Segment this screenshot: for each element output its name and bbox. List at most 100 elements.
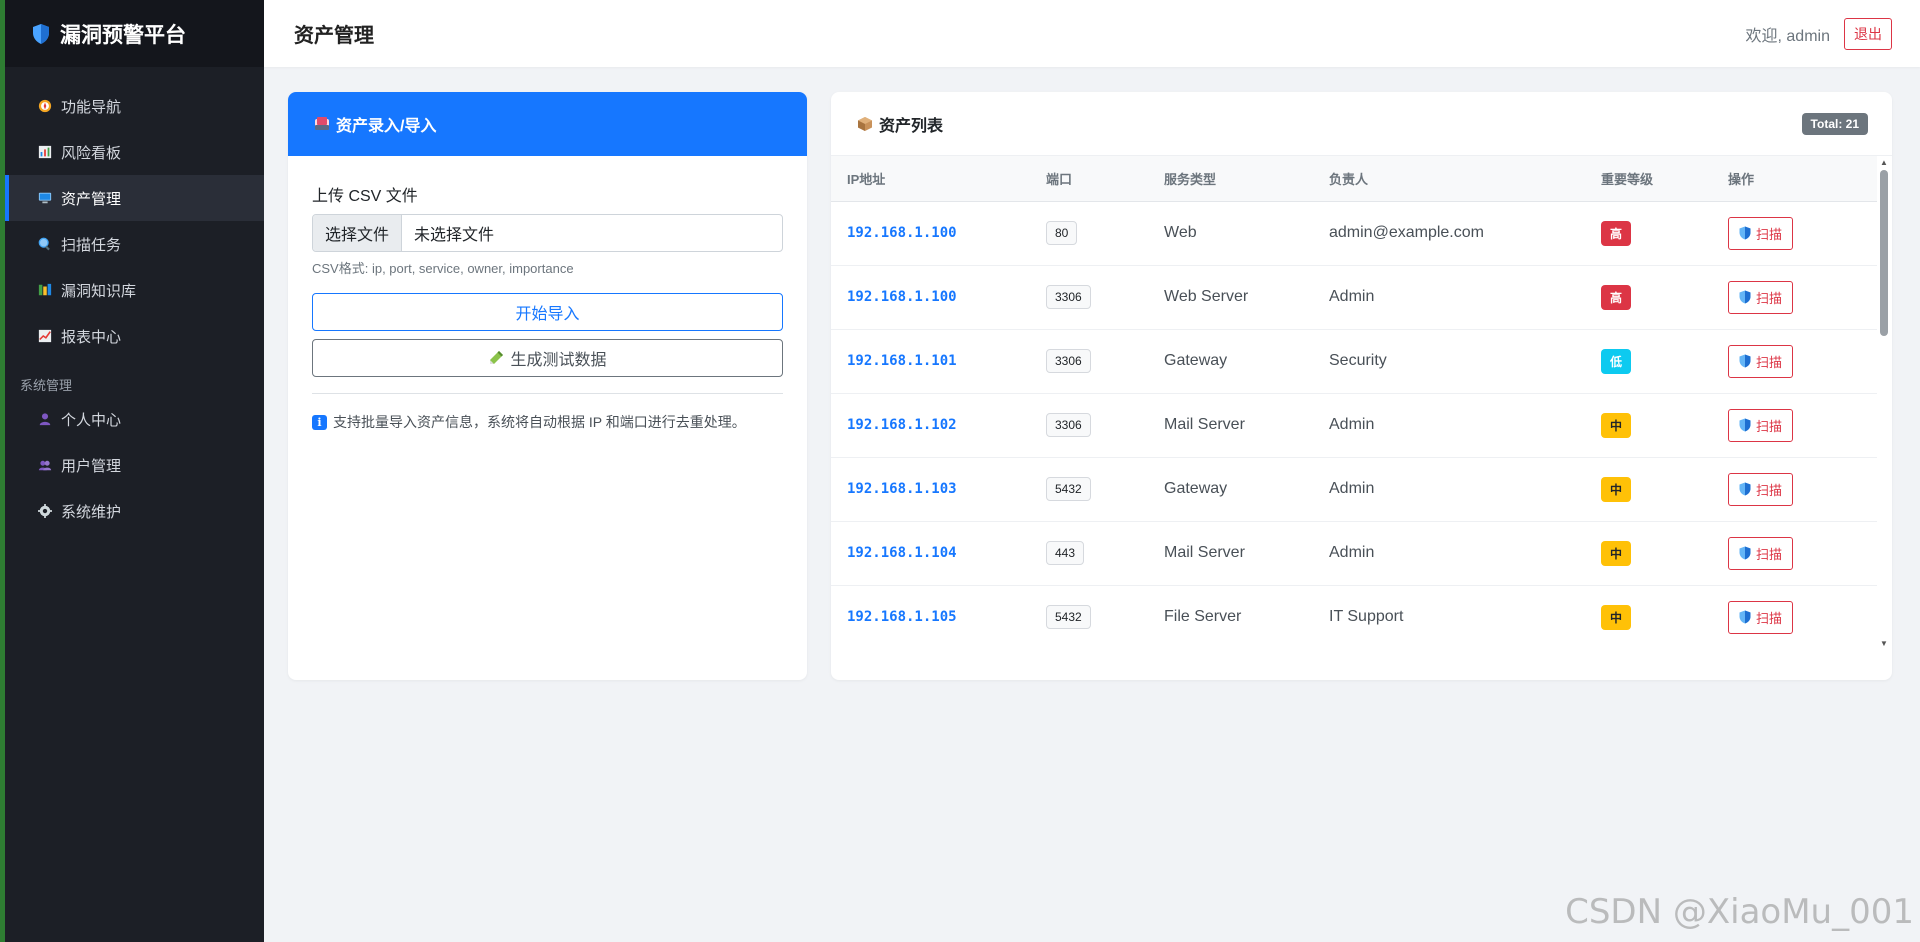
sidebar-item-2[interactable]: 资产管理 (5, 175, 264, 221)
shield-icon (1739, 482, 1751, 496)
users-icon (37, 457, 53, 473)
scan-button[interactable]: 扫描 (1728, 280, 1794, 314)
scroll-up-arrow-icon[interactable]: ▲ (1878, 156, 1890, 168)
ip-address[interactable]: 192.168.1.105 (847, 609, 957, 625)
scan-button[interactable]: 扫描 (1728, 536, 1794, 570)
import-info-text: 支持批量导入资产信息，系统将自动根据 IP 和端口进行去重处理。 (333, 414, 746, 430)
importance-badge: 中 (1601, 476, 1631, 502)
scan-button[interactable]: 扫描 (1728, 600, 1794, 634)
table-row: 192.168.1.104 443 Mail Server Admin 中 扫描 (831, 521, 1877, 586)
ip-address[interactable]: 192.168.1.101 (847, 353, 957, 369)
table-row: 192.168.1.102 3306 Mail Server Admin 中 扫描 (831, 393, 1877, 458)
csv-format-help: CSV格式: ip, port, service, owner, importa… (312, 261, 574, 276)
shield-icon (1739, 418, 1751, 432)
divider (312, 393, 783, 394)
port-badge: 5432 (1046, 477, 1091, 501)
sidebar-system-nav: 个人中心用户管理系统维护 (5, 396, 264, 534)
importance-badge: 中 (1601, 604, 1631, 630)
import-info-note: i 支持批量导入资产信息，系统将自动根据 IP 和端口进行去重处理。 (312, 412, 783, 432)
topbar: 资产管理 欢迎, admin 退出 (264, 0, 1920, 67)
test-tube-icon (490, 351, 504, 364)
level-cell: 中 (1601, 521, 1728, 586)
import-card-title: 资产录入/导入 (336, 118, 437, 135)
scan-button-label: 扫描 (1756, 546, 1783, 562)
scan-button-label: 扫描 (1756, 354, 1783, 370)
welcome-text: 欢迎, admin (1745, 27, 1830, 45)
monitor-icon (37, 190, 53, 206)
sidebar-item-label: 扫描任务 (61, 236, 122, 254)
shield-icon (1739, 546, 1751, 560)
column-header: 操作 (1728, 156, 1877, 202)
port-cell: 3306 (1046, 265, 1164, 330)
owner-cell: IT Support (1329, 585, 1601, 649)
port-cell: 80 (1046, 201, 1164, 266)
ip-address[interactable]: 192.168.1.102 (847, 417, 957, 433)
scroll-down-arrow-icon[interactable]: ▼ (1878, 637, 1890, 649)
ip-cell: 192.168.1.100 (831, 201, 1046, 266)
sidebar-item-label: 风险看板 (61, 144, 122, 162)
level-cell: 高 (1601, 265, 1728, 330)
ip-address[interactable]: 192.168.1.103 (847, 481, 957, 497)
importance-badge: 中 (1601, 412, 1631, 438)
asset-table-scroll[interactable]: IP地址 端口 服务类型 负责人 重要等级 操作 192.168.1.100 80 Web ad… (831, 156, 1892, 649)
port-badge: 3306 (1046, 413, 1091, 437)
sidebar-item-3[interactable]: 扫描任务 (5, 221, 264, 267)
sidebar-item-label: 资产管理 (61, 190, 122, 208)
scroll-thumb[interactable] (1880, 170, 1888, 336)
logout-button[interactable]: 退出 (1844, 17, 1892, 50)
books-icon (37, 282, 53, 298)
level-cell: 中 (1601, 585, 1728, 649)
level-cell: 中 (1601, 457, 1728, 522)
column-header: 重要等级 (1601, 156, 1728, 202)
column-header: 端口 (1046, 156, 1164, 202)
scan-button[interactable]: 扫描 (1728, 472, 1794, 506)
watermark: CSDN @XiaoMu_001 (1565, 892, 1914, 932)
ip-cell: 192.168.1.101 (831, 329, 1046, 394)
generate-test-data-button[interactable]: 生成测试数据 (312, 339, 783, 377)
list-card-title: 资产列表 (879, 117, 944, 135)
generate-test-data-label: 生成测试数据 (510, 352, 607, 369)
ip-cell: 192.168.1.102 (831, 393, 1046, 458)
info-icon: i (312, 414, 327, 430)
start-import-button[interactable]: 开始导入 (312, 293, 783, 331)
action-cell: 扫描 (1728, 585, 1877, 649)
ip-address[interactable]: 192.168.1.104 (847, 545, 957, 561)
scroll-track[interactable] (1880, 170, 1888, 635)
table-row: 192.168.1.103 5432 Gateway Admin 中 扫描 (831, 457, 1877, 522)
scan-button[interactable]: 扫描 (1728, 216, 1794, 250)
scan-button-label: 扫描 (1756, 418, 1783, 434)
sidebar-item-1[interactable]: 风险看板 (5, 129, 264, 175)
ip-cell: 192.168.1.104 (831, 521, 1046, 586)
upload-label: 上传 CSV 文件 (312, 188, 418, 205)
choose-file-button[interactable]: 选择文件 (313, 215, 403, 251)
magnifier-icon (37, 236, 53, 252)
ip-address[interactable]: 192.168.1.100 (847, 289, 957, 305)
action-cell: 扫描 (1728, 201, 1877, 266)
sidebar-item-4[interactable]: 漏洞知识库 (5, 267, 264, 313)
user-area: 欢迎, admin 退出 (1745, 17, 1892, 50)
sidebar-system-item-2[interactable]: 系统维护 (5, 488, 264, 534)
scan-button[interactable]: 扫描 (1728, 344, 1794, 378)
port-cell: 5432 (1046, 585, 1164, 649)
port-badge: 5432 (1046, 605, 1091, 629)
sidebar-item-5[interactable]: 报表中心 (5, 313, 264, 359)
importance-badge: 低 (1601, 348, 1631, 374)
sidebar-item-label: 用户管理 (61, 457, 122, 475)
sidebar-system-item-1[interactable]: 用户管理 (5, 442, 264, 488)
scan-button[interactable]: 扫描 (1728, 408, 1794, 442)
sidebar-item-0[interactable]: 功能导航 (5, 83, 264, 129)
csv-file-input[interactable]: 选择文件 未选择文件 (312, 214, 783, 252)
brand[interactable]: 漏洞预警平台 (5, 0, 264, 67)
level-cell: 高 (1601, 201, 1728, 266)
service-cell: Mail Server (1164, 521, 1329, 586)
action-cell: 扫描 (1728, 329, 1877, 394)
table-scrollbar[interactable]: ▲ ▼ (1878, 156, 1890, 649)
service-cell: Gateway (1164, 329, 1329, 394)
sidebar-system-item-0[interactable]: 个人中心 (5, 396, 264, 442)
ip-cell: 192.168.1.100 (831, 265, 1046, 330)
port-cell: 3306 (1046, 329, 1164, 394)
asset-list-card: 资产列表 Total: 21 IP地址 端口 服务类型 负责人 重要等级 操作 192.1… (831, 92, 1892, 680)
service-cell: Gateway (1164, 457, 1329, 522)
ip-address[interactable]: 192.168.1.100 (847, 225, 957, 241)
sidebar-item-label: 漏洞知识库 (61, 282, 137, 300)
